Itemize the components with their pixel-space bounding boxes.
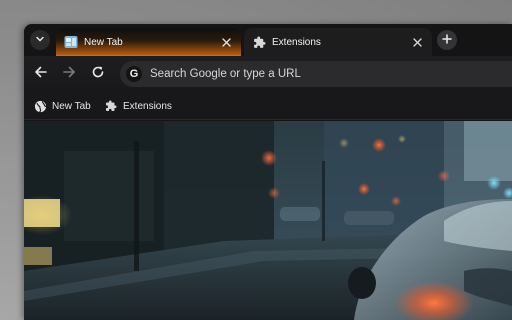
close-icon[interactable]	[410, 35, 424, 49]
globe-icon	[33, 99, 47, 113]
arrow-left-icon	[34, 65, 48, 84]
toolbar: G Search Google or type a URL	[24, 56, 512, 92]
arrow-right-icon	[62, 65, 76, 84]
tab-title: New Tab	[84, 36, 123, 48]
reload-icon	[91, 65, 105, 84]
bookmark-label: Extensions	[123, 100, 172, 112]
bookmark-label: New Tab	[52, 100, 91, 112]
new-tab-favicon-icon	[64, 35, 78, 49]
google-logo-icon: G	[126, 66, 142, 82]
omnibox[interactable]: G Search Google or type a URL	[120, 61, 512, 87]
puzzle-icon	[252, 35, 266, 49]
tab-new-tab[interactable]: New Tab	[56, 28, 241, 56]
tab-extensions[interactable]: Extensions	[244, 28, 432, 56]
tab-title: Extensions	[272, 36, 321, 48]
rainy-city-street-photo	[24, 121, 512, 320]
tab-strip: New Tab Extensions	[24, 24, 512, 56]
bookmark-new-tab[interactable]: New Tab	[33, 98, 91, 114]
chevron-down-icon	[35, 31, 45, 49]
plus-icon	[442, 31, 452, 49]
back-button[interactable]	[32, 65, 50, 83]
new-tab-button[interactable]	[437, 30, 457, 50]
bookmarks-bar: New Tab Extensions	[24, 92, 512, 120]
browser-window: New Tab Extensions G Search Google or ty…	[24, 24, 512, 320]
bookmark-extensions[interactable]: Extensions	[104, 98, 172, 114]
puzzle-icon	[104, 99, 118, 113]
new-tab-page	[24, 121, 512, 320]
forward-button[interactable]	[60, 65, 78, 83]
close-icon[interactable]	[219, 35, 233, 49]
omnibox-placeholder: Search Google or type a URL	[150, 68, 301, 80]
reload-button[interactable]	[89, 65, 107, 83]
tab-search-button[interactable]	[30, 30, 50, 50]
